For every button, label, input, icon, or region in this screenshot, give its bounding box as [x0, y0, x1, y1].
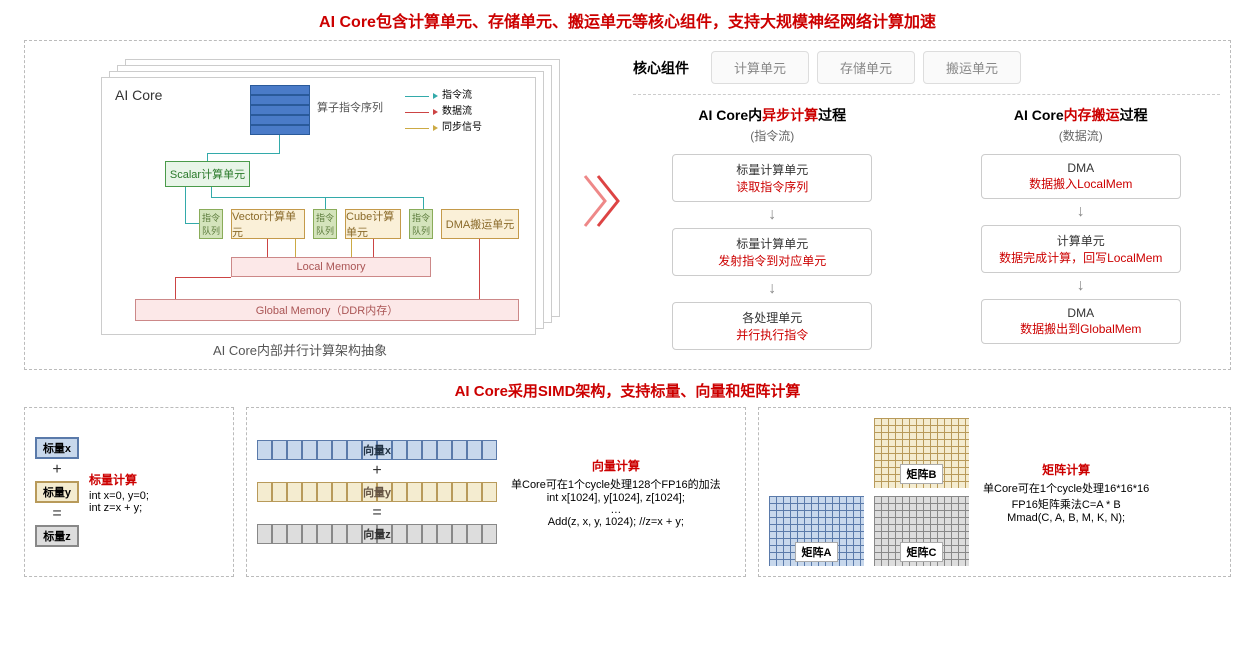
architecture-diagram: AI Core 算子指令序列 指令流 数据流 同步信号 Scalar计算单元 指…	[35, 51, 565, 359]
vector-code: 向量计算 单Core可在1个cycle处理128个FP16的加法 int x[1…	[511, 457, 721, 528]
flow-section: 核心组件 计算单元 存储单元 搬运单元 AI Core内异步计算过程 (指令流)…	[565, 51, 1220, 359]
main-title: AI Core包含计算单元、存储单元、搬运单元等核心组件，支持大规模神经网络计算…	[0, 0, 1255, 40]
matrix-c: 矩阵C	[874, 496, 969, 566]
queue-label: 算子指令序列	[317, 99, 383, 115]
instruction-queue	[250, 85, 310, 135]
arch-caption: AI Core内部并行计算架构抽象	[35, 340, 565, 359]
async-compute-flow: AI Core内异步计算过程 (指令流) 标量计算单元读取指令序列 ↓ 标量计算…	[633, 105, 912, 350]
tabs: 核心组件 计算单元 存储单元 搬运单元	[633, 51, 1220, 84]
tab-storage[interactable]: 存储单元	[817, 51, 915, 84]
scalar-z: 标量z	[35, 525, 79, 547]
instr-queue-3: 指令 队列	[409, 209, 433, 239]
arrow-down-icon: ↓	[633, 206, 912, 224]
global-memory: Global Memory（DDR内存）	[135, 299, 519, 321]
aicore-label: AI Core	[115, 87, 162, 103]
sub-title: AI Core采用SIMD架构，支持标量、向量和矩阵计算	[0, 370, 1255, 407]
dma-unit: DMA搬运单元	[441, 209, 519, 239]
scalar-x: 标量x	[35, 437, 79, 459]
scalar-code: 标量计算 int x=0, y=0; int z=x + y;	[89, 471, 149, 514]
vector-y	[257, 482, 497, 502]
vector-unit: Vector计算单元	[231, 209, 305, 239]
tabs-label: 核心组件	[633, 58, 689, 78]
scalar-panel: 标量x + 标量y = 标量z 标量计算 int x=0, y=0; int z…	[24, 407, 234, 577]
instr-queue-2: 指令 队列	[313, 209, 337, 239]
matrix-b: 矩阵B	[874, 418, 969, 488]
arrow-down-icon: ↓	[942, 203, 1221, 221]
scalar-y: 标量y	[35, 481, 79, 503]
tab-compute[interactable]: 计算单元	[711, 51, 809, 84]
vector-z	[257, 524, 497, 544]
legend: 指令流 数据流 同步信号	[405, 89, 482, 137]
memory-transport-flow: AI Core内存搬运过程 (数据流) DMA数据搬入LocalMem ↓ 计算…	[942, 105, 1221, 350]
vector-x	[257, 440, 497, 460]
arrow-down-icon: ↓	[942, 277, 1221, 295]
local-memory: Local Memory	[231, 257, 431, 277]
cube-unit: Cube计算单元	[345, 209, 401, 239]
simd-row: 标量x + 标量y = 标量z 标量计算 int x=0, y=0; int z…	[24, 407, 1231, 577]
top-panel: AI Core 算子指令序列 指令流 数据流 同步信号 Scalar计算单元 指…	[24, 40, 1231, 370]
tab-transport[interactable]: 搬运单元	[923, 51, 1021, 84]
scalar-unit: Scalar计算单元	[165, 161, 250, 187]
matrix-panel: 矩阵A 矩阵B 矩阵C 矩阵计算 单Core可在1个cycle处理16*16*1…	[758, 407, 1231, 577]
matrix-a: 矩阵A	[769, 496, 864, 566]
vector-panel: 向量x + 向量y = 向量z 向量计算 单Core可在1个cycle处理128…	[246, 407, 746, 577]
arrow-down-icon: ↓	[633, 280, 912, 298]
chevron-right-icon	[580, 171, 630, 234]
matrix-code: 矩阵计算 单Core可在1个cycle处理16*16*16 FP16矩阵乘法C=…	[983, 461, 1149, 524]
instr-queue-1: 指令 队列	[199, 209, 223, 239]
